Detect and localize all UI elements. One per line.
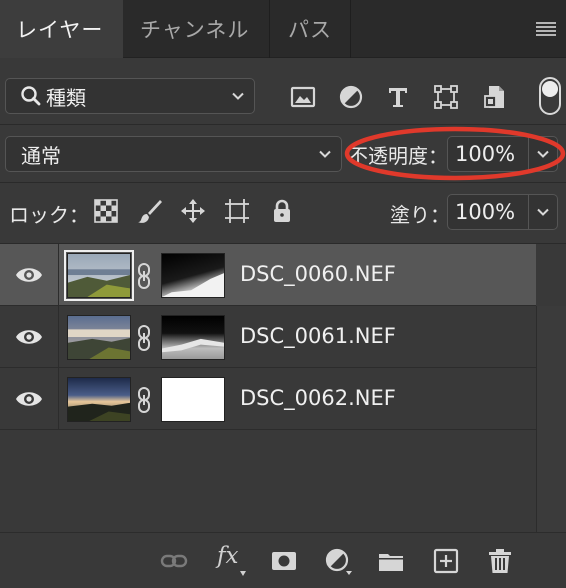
- mask-link-icon[interactable]: [137, 262, 151, 290]
- layer-mask-thumbnail: [161, 377, 225, 422]
- filter-type-label: 種類: [46, 85, 86, 110]
- layer-row[interactable]: DSC_0061.NEF: [0, 306, 536, 368]
- filter-shape-icon[interactable]: [433, 84, 459, 110]
- lock-transparent-pixels-icon[interactable]: [93, 198, 119, 224]
- blend-mode-label: 通常: [21, 143, 61, 168]
- layer-thumbnail: [67, 377, 131, 422]
- visibility-eye-icon[interactable]: [15, 264, 43, 286]
- trash-icon[interactable]: [486, 547, 514, 575]
- filter-adjustment-icon[interactable]: [338, 84, 364, 110]
- add-mask-icon[interactable]: [270, 547, 298, 575]
- bottom-toolbar: fx: [0, 532, 566, 588]
- blend-mode-dropdown[interactable]: 通常: [5, 136, 342, 172]
- layer-thumbnail: [64, 250, 134, 301]
- fill-input[interactable]: 100%: [447, 194, 529, 230]
- lock-all-icon[interactable]: [269, 198, 295, 224]
- red-highlight-ellipse: [344, 126, 566, 181]
- lock-move-icon[interactable]: [180, 198, 206, 224]
- filter-toggle-switch[interactable]: [539, 77, 561, 115]
- panel-menu-icon[interactable]: [536, 22, 556, 36]
- filter-image-icon[interactable]: [290, 84, 316, 110]
- layer-style-fx-button[interactable]: fx: [217, 543, 238, 569]
- adjustment-layer-icon[interactable]: [324, 547, 352, 575]
- visibility-eye-icon[interactable]: [15, 326, 43, 348]
- scrollbar-track[interactable]: [536, 306, 566, 532]
- layer-thumbnail: [67, 315, 131, 360]
- tab-paths[interactable]: パス: [271, 0, 351, 58]
- new-layer-icon[interactable]: [432, 547, 460, 575]
- search-icon: [21, 86, 41, 106]
- fill-label: 塗り：: [390, 203, 450, 227]
- filter-smart-object-icon[interactable]: [482, 84, 508, 110]
- layer-row[interactable]: DSC_0062.NEF: [0, 368, 536, 430]
- layer-row[interactable]: DSC_0060.NEF: [0, 244, 536, 306]
- panel-tab-bar: レイヤー チャンネル パス: [0, 0, 566, 58]
- chevron-down-icon: [232, 92, 244, 100]
- lock-label: ロック：: [9, 203, 89, 227]
- mask-link-icon[interactable]: [137, 386, 151, 414]
- lock-artboard-icon[interactable]: [224, 198, 250, 224]
- fx-dropdown-caret-icon: [240, 571, 246, 576]
- layer-mask-thumbnail: [161, 315, 225, 360]
- filter-type-dropdown[interactable]: 種類: [5, 78, 255, 114]
- link-layers-icon[interactable]: [160, 547, 188, 575]
- tab-channels[interactable]: チャンネル: [124, 0, 270, 58]
- mask-link-icon[interactable]: [137, 324, 151, 352]
- fill-dropdown-button[interactable]: [529, 194, 558, 230]
- chevron-down-icon: [319, 150, 331, 158]
- group-folder-icon[interactable]: [377, 547, 405, 575]
- layers-list: DSC_0060.NEF DSC_0061.NEF DSC_0062.NEF: [0, 244, 536, 430]
- layer-mask-thumbnail: [161, 253, 225, 298]
- layer-name: DSC_0062.NEF: [240, 386, 396, 410]
- visibility-eye-icon[interactable]: [15, 388, 43, 410]
- filter-type-icon[interactable]: [385, 84, 411, 110]
- layer-name: DSC_0060.NEF: [240, 262, 396, 286]
- divider: [0, 182, 566, 183]
- tab-layers[interactable]: レイヤー: [0, 0, 123, 58]
- chevron-down-icon: [537, 208, 549, 216]
- layer-name: DSC_0061.NEF: [240, 324, 396, 348]
- lock-brush-icon[interactable]: [137, 198, 163, 224]
